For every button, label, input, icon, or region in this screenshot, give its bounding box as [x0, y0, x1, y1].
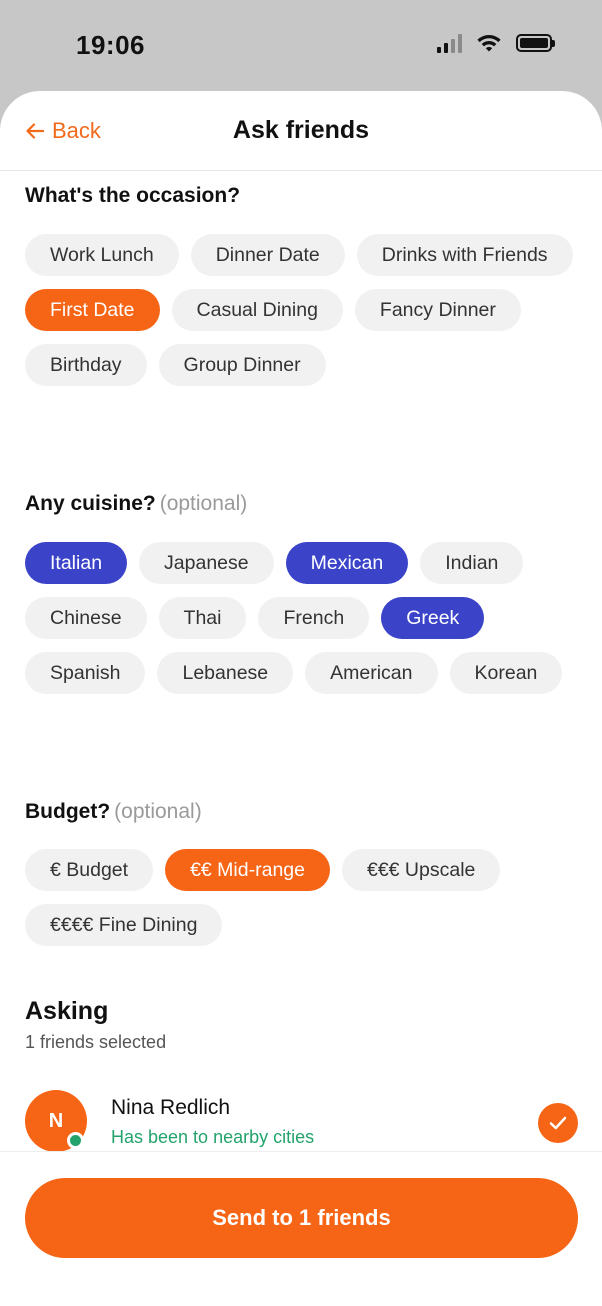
occasion-chip[interactable]: Drinks with Friends	[356, 234, 573, 276]
status-icons	[437, 33, 555, 53]
occasion-heading-text: What's the occasion?	[25, 184, 241, 207]
status-bar: 19:06	[0, 0, 602, 92]
occasion-chip[interactable]: Casual Dining	[171, 289, 343, 331]
occasion-chip[interactable]: Dinner Date	[190, 234, 345, 276]
friend-row[interactable]: N Nina Redlich Has been to nearby cities	[0, 1082, 602, 1152]
status-time: 19:06	[76, 30, 145, 60]
cuisine-chip[interactable]: Indian	[420, 542, 524, 584]
asking-title: Asking	[25, 997, 109, 1025]
budget-optional-label: (optional)	[114, 800, 202, 823]
selected-check-icon[interactable]	[538, 1103, 578, 1143]
occasion-chip[interactable]: Fancy Dinner	[354, 289, 521, 331]
cuisine-optional-label: (optional)	[159, 492, 248, 515]
budget-chip-group: € Budget €€ Mid-range €€€ Upscale €€€€ Fine…	[25, 849, 585, 946]
ask-friends-sheet: Back Ask friends What's the occasion? Wo…	[0, 91, 602, 1306]
friend-name: Nina Redlich	[111, 1096, 231, 1119]
cuisine-chip[interactable]: Mexican	[285, 542, 409, 584]
cuisine-chip-group: Italian Japanese Mexican Indian Chinese Thai F…	[25, 542, 585, 694]
send-button[interactable]: Send to 1 friends	[25, 1178, 578, 1258]
cuisine-chip[interactable]: Japanese	[139, 542, 274, 584]
footer: Send to 1 friends	[0, 1151, 602, 1306]
cellular-signal-icon	[437, 33, 462, 53]
occasion-heading: What's the occasion?	[25, 184, 240, 208]
budget-heading: Budget? (optional)	[25, 800, 202, 824]
budget-chip[interactable]: €€€€ Fine Dining	[25, 904, 223, 946]
cuisine-chip[interactable]: Greek	[381, 597, 485, 639]
budget-chip[interactable]: €€€ Upscale	[341, 849, 501, 891]
nav-bar: Back Ask friends	[0, 91, 602, 171]
friend-note: Has been to nearby cities	[111, 1127, 315, 1147]
cuisine-heading-text: Any cuisine?	[25, 492, 156, 515]
cuisine-chip[interactable]: Chinese	[25, 597, 147, 639]
budget-chip[interactable]: €€ Mid-range	[165, 849, 330, 891]
occasion-chip[interactable]: First Date	[25, 289, 160, 331]
online-status-dot	[67, 1132, 84, 1149]
budget-chip[interactable]: € Budget	[25, 849, 154, 891]
cuisine-chip[interactable]: Thai	[158, 597, 247, 639]
form-content: What's the occasion? Work Lunch Dinner Da…	[0, 172, 602, 1152]
battery-icon	[516, 34, 555, 52]
occasion-chip[interactable]: Group Dinner	[158, 344, 326, 386]
page-title: Ask friends	[232, 116, 370, 144]
cuisine-heading: Any cuisine? (optional)	[25, 492, 247, 516]
asking-subtitle: 1 friends selected	[25, 1032, 167, 1052]
occasion-chip[interactable]: Birthday	[25, 344, 147, 386]
occasion-chip-group: Work Lunch Dinner Date Drinks with Friends…	[25, 234, 585, 386]
cuisine-chip[interactable]: Spanish	[25, 652, 146, 694]
wifi-icon	[477, 35, 501, 52]
cuisine-chip[interactable]: Lebanese	[157, 652, 294, 694]
budget-heading-text: Budget?	[25, 800, 111, 823]
cuisine-chip[interactable]: Korean	[449, 652, 563, 694]
cuisine-chip[interactable]: French	[258, 597, 370, 639]
send-button-label: Send to 1 friends	[212, 1205, 391, 1230]
occasion-chip[interactable]: Work Lunch	[25, 234, 179, 276]
cuisine-chip[interactable]: Italian	[25, 542, 128, 584]
cuisine-chip[interactable]: American	[305, 652, 438, 694]
